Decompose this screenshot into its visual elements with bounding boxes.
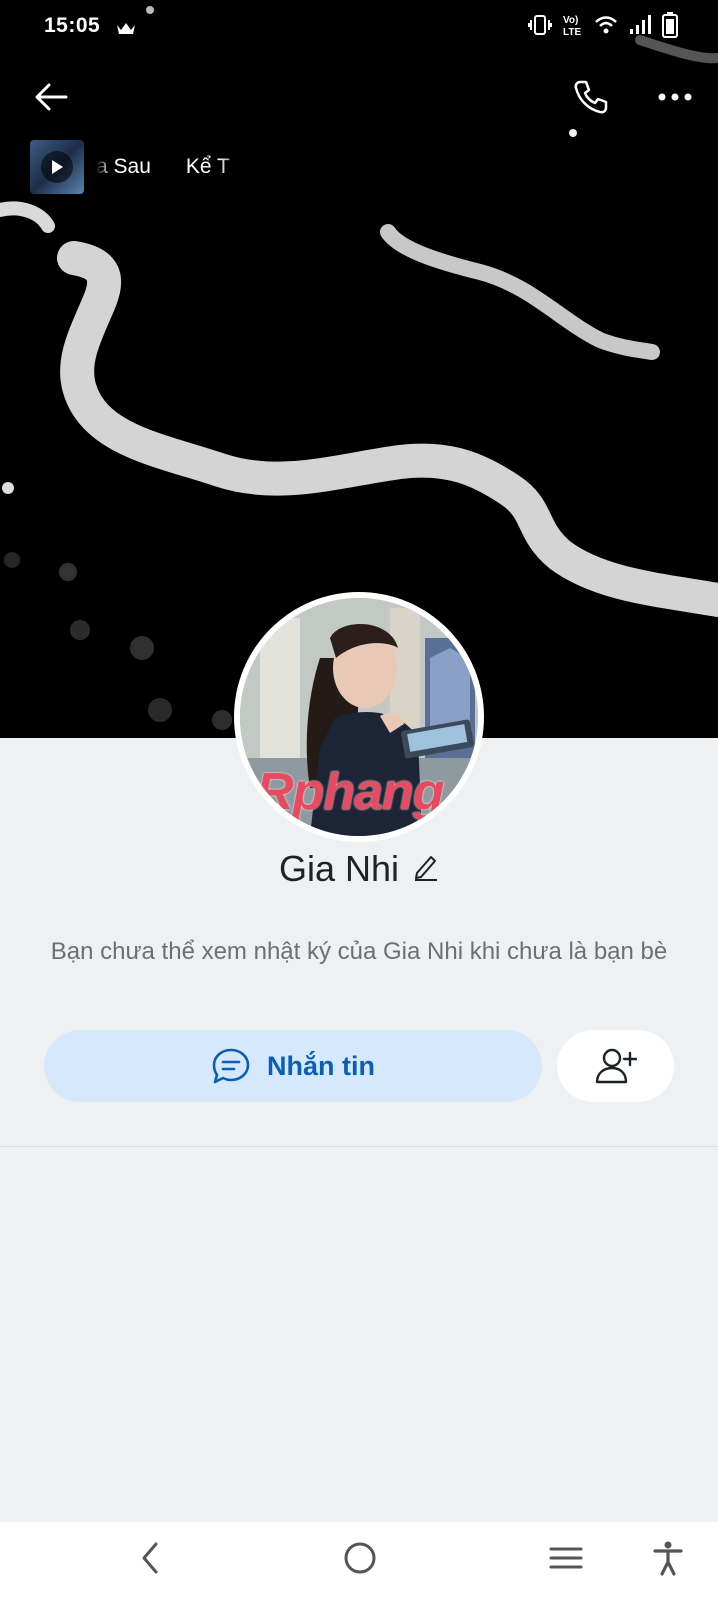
section-divider — [0, 1146, 718, 1147]
profile-name: Gia Nhi — [278, 848, 400, 889]
more-button[interactable] — [650, 72, 700, 122]
back-arrow-icon — [35, 83, 68, 111]
volte-icon: Vo) LTE — [562, 13, 584, 43]
crown-icon — [116, 18, 136, 42]
call-button[interactable] — [566, 72, 616, 122]
nav-home-icon — [344, 1542, 376, 1574]
wifi-icon — [594, 14, 618, 42]
nav-home-button[interactable] — [342, 1540, 378, 1581]
accessibility-button[interactable] — [652, 1540, 684, 1581]
message-button[interactable]: Nhắn tin — [44, 1030, 542, 1102]
system-nav-bar — [0, 1522, 718, 1600]
avatar-frame[interactable]: Rphang — [234, 592, 484, 842]
status-time: 15:05 — [44, 14, 101, 37]
more-icon — [658, 93, 692, 101]
music-thumbnail — [30, 140, 84, 194]
back-button[interactable] — [26, 72, 76, 122]
avatar-watermark: Rphang — [256, 763, 445, 821]
pencil-icon — [415, 855, 438, 881]
svg-text:Vo): Vo) — [563, 15, 578, 26]
diary-restriction-notice: Bạn chưa thể xem nhật ký của Gia Nhi khi… — [50, 938, 668, 965]
music-title: a Sau Kể T — [96, 155, 230, 178]
profile-name-row: Gia Nhi — [0, 848, 718, 890]
profile-music[interactable]: a Sau Kể T — [30, 139, 246, 195]
chat-bubble-icon — [212, 1048, 250, 1084]
nav-back-button[interactable] — [136, 1540, 166, 1581]
avatar: Rphang — [240, 598, 478, 836]
edit-name-button[interactable] — [413, 853, 439, 886]
status-bar: 15:05 Vo) LTE — [0, 0, 718, 52]
add-friend-icon — [595, 1048, 637, 1084]
play-icon — [41, 151, 73, 183]
phone-icon — [574, 80, 608, 114]
signal-icon — [628, 14, 652, 42]
svg-text:LTE: LTE — [563, 27, 581, 37]
nav-recents-icon — [549, 1547, 583, 1569]
nav-recents-button[interactable] — [548, 1540, 584, 1581]
nav-back-icon — [142, 1542, 158, 1574]
add-friend-button[interactable] — [557, 1030, 674, 1102]
accessibility-icon — [653, 1541, 683, 1576]
message-button-label: Nhắn tin — [267, 1050, 375, 1081]
battery-icon — [662, 12, 678, 44]
vibrate-icon — [528, 14, 552, 42]
